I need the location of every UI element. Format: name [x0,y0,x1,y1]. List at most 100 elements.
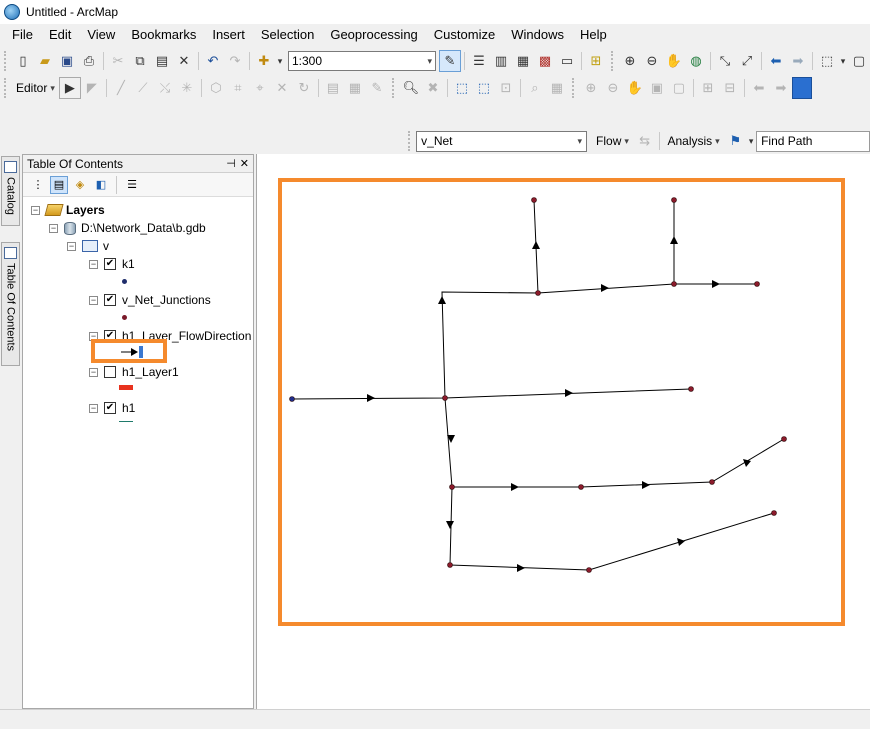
trace-icon[interactable]: ⟋ [132,77,154,99]
collapse-icon[interactable]: − [31,205,40,215]
junction[interactable] [781,436,787,442]
create-features-icon[interactable]: ✎ [366,77,388,99]
chevron-down-icon[interactable]: ▾ [427,56,432,67]
network-select[interactable]: v_Net ▾ [416,130,588,152]
point-icon[interactable]: ✳ [176,77,198,99]
full-extent-globe-icon[interactable]: ◍ [685,50,707,72]
zoom-in-icon[interactable]: ⊕ [619,50,641,72]
menu-bookmarks[interactable]: Bookmarks [123,24,204,46]
flow-menu-button[interactable]: Flow ▾ [591,134,634,148]
select-by-graphics-icon[interactable]: ⬚ [473,77,495,99]
collapse-icon[interactable]: − [89,367,98,377]
junction[interactable] [578,484,584,490]
junction[interactable] [535,290,541,296]
junction[interactable] [688,386,694,392]
forward-extent-icon[interactable]: ➡ [787,50,809,72]
junction[interactable] [449,484,455,490]
add-data-icon[interactable]: ✚ [253,50,275,72]
toc-tab[interactable]: Table Of Contents [1,242,20,366]
junction[interactable] [671,281,677,287]
editor-toolbar-icon[interactable]: ✎ [439,50,461,72]
collapse-icon[interactable]: − [89,403,98,413]
junction[interactable] [442,395,448,401]
add-flag-icon[interactable]: ⚑ [725,130,747,152]
map-scale-combobox[interactable]: 1:300 ▾ [288,51,436,71]
catalog-window-icon[interactable]: ▥ [490,50,512,72]
junction[interactable] [709,479,715,485]
layout-fixed-zoom-in-icon[interactable]: ⊞ [697,77,719,99]
pan-hand-icon[interactable]: ✋ [663,50,685,72]
map-canvas[interactable] [257,154,870,709]
list-by-selection-icon[interactable]: ◧ [92,176,110,194]
pin-icon[interactable]: ⊣ [226,157,236,170]
paste-icon[interactable]: ▤ [151,50,173,72]
edit-annotation-icon[interactable]: ◤ [81,77,103,99]
collapse-icon[interactable]: − [89,259,98,269]
junction[interactable] [447,562,453,568]
search-window-icon[interactable]: ▦ [512,50,534,72]
zoom-whole-page-icon[interactable]: ▣ [646,77,668,99]
layout-forward-icon[interactable]: ➡ [770,77,792,99]
sketch-icon[interactable]: ⤯ [154,77,176,99]
collapse-icon[interactable]: − [89,295,98,305]
chevron-down-icon[interactable]: ▾ [746,130,756,152]
layout-back-icon[interactable]: ⬅ [748,77,770,99]
toolbar-grip[interactable] [4,51,8,71]
reshape-icon[interactable]: ⌗ [227,77,249,99]
junction[interactable] [754,281,760,287]
fixed-zoom-out-icon[interactable]: ⤢ [736,50,758,72]
select-elements-icon[interactable]: ⬚ [451,77,473,99]
zoom-to-selected-icon[interactable]: ⊡ [495,77,517,99]
rotate-icon[interactable]: ↻ [293,77,315,99]
layer-item-k1[interactable]: − ✔ k1 [89,255,135,273]
copy-icon[interactable]: ⧉ [129,50,151,72]
select-features-icon[interactable]: ⬚ [816,50,838,72]
options-icon[interactable]: ☰ [123,176,141,194]
measure-icon[interactable]: ▦ [546,77,568,99]
layer-item-v-net-junctions[interactable]: − ✔ v_Net_Junctions [89,291,211,309]
layout-zoom-out-icon[interactable]: ⊖ [602,77,624,99]
tree-node-database[interactable]: − D:\Network_Data\b.gdb [49,219,206,237]
menu-help[interactable]: Help [572,24,615,46]
toolbar-grip[interactable] [611,51,615,71]
trace-task-select[interactable]: Find Path [756,130,870,152]
undo-icon[interactable]: ↶ [202,50,224,72]
junction[interactable] [586,567,592,573]
arctoolbox-icon[interactable]: ▩ [534,50,556,72]
fixed-zoom-in-icon[interactable]: ⤡ [714,50,736,72]
menu-customize[interactable]: Customize [426,24,503,46]
clear-flags-icon[interactable]: ✖ [422,77,444,99]
toolbar-grip[interactable] [4,78,8,98]
list-by-drawing-order-icon[interactable]: ⋮ [29,176,47,194]
layout-zoom-in-icon[interactable]: ⊕ [580,77,602,99]
attributes-icon[interactable]: ▤ [322,77,344,99]
back-extent-icon[interactable]: ⬅ [765,50,787,72]
menu-view[interactable]: View [79,24,123,46]
catalog-tab[interactable]: Catalog [1,156,20,226]
menu-edit[interactable]: Edit [41,24,79,46]
chevron-down-icon[interactable]: ▾ [275,50,285,72]
toolbar-grip[interactable] [571,78,576,98]
map-display[interactable] [256,154,870,709]
layer-visibility-checkbox[interactable]: ✔ [104,294,116,306]
tree-node-layers[interactable]: − Layers [31,201,105,219]
zoom-100-icon[interactable]: ▢ [668,77,690,99]
collapse-icon[interactable]: − [67,241,76,251]
save-icon[interactable]: ▣ [56,50,78,72]
menu-windows[interactable]: Windows [503,24,572,46]
analysis-menu-button[interactable]: Analysis ▾ [662,134,724,148]
zoom-percent-box-icon[interactable] [791,77,812,99]
table-of-contents-icon[interactable]: ☰ [468,50,490,72]
find-icon[interactable]: ⌕ [524,77,546,99]
delete-icon[interactable]: ✕ [173,50,195,72]
edit-vertices-icon[interactable]: ⬡ [205,77,227,99]
layer-visibility-checkbox[interactable] [104,366,116,378]
close-icon[interactable]: ✕ [240,157,249,170]
menu-insert[interactable]: Insert [204,24,253,46]
toolbar-grip[interactable] [391,78,396,98]
split-icon[interactable]: ✕ [271,77,293,99]
layout-fixed-zoom-out-icon[interactable]: ⊟ [719,77,741,99]
junction[interactable] [771,510,777,516]
source-junction[interactable] [289,396,295,402]
sketch-properties-icon[interactable]: ▦ [344,77,366,99]
